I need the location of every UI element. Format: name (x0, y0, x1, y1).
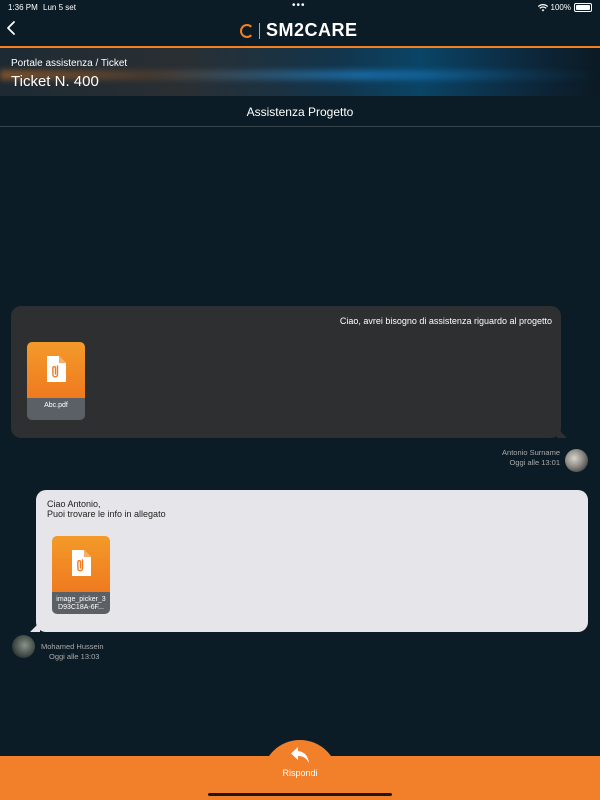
message-author: Antonio Surname (502, 448, 560, 457)
back-button[interactable] (6, 20, 22, 40)
logo-mark-icon (240, 23, 254, 38)
attachment-name: image_picker_3D93C18A-6F... (52, 592, 110, 614)
attachment-name: Abc.pdf (27, 398, 85, 420)
message-bubble: Ciao Antonio, Puoi trovare le info in al… (30, 490, 588, 632)
message-timestamp: Oggi alle 13:01 (509, 458, 560, 467)
message-text: Ciao Antonio, Puoi trovare le info in al… (47, 499, 166, 519)
status-date: Lun 5 set (43, 3, 76, 12)
attachment-tile[interactable]: image_picker_3D93C18A-6F... (52, 536, 110, 614)
status-time: 1:36 PM (8, 3, 38, 12)
battery-icon (574, 3, 592, 12)
status-indicators: 100% (537, 3, 592, 12)
message-meta: Mohamed Hussein Oggi alle 13:03 (41, 642, 104, 662)
reply-arrow-icon (291, 747, 309, 763)
reply-button[interactable]: Rispondi (262, 746, 338, 790)
status-bar: 1:36 PM Lun 5 set ••• 100% (0, 0, 600, 14)
attachment-preview (27, 342, 85, 398)
message-author: Mohamed Hussein (41, 642, 104, 651)
avatar (12, 635, 35, 658)
breadcrumb: Portale assistenza / Ticket (11, 58, 128, 69)
app-logo: SM2CARE (240, 20, 358, 41)
logo-text: SM2CARE (266, 20, 358, 40)
attachment-tile[interactable]: Abc.pdf (27, 342, 85, 420)
paperclip-file-icon (47, 356, 66, 382)
paperclip-file-icon (72, 550, 91, 576)
message-line: Puoi trovare le info in allegato (47, 509, 166, 519)
multitasking-dots[interactable]: ••• (292, 0, 306, 11)
avatar (565, 449, 588, 472)
ticket-banner: Portale assistenza / Ticket Ticket N. 40… (0, 48, 600, 96)
message-line: Ciao Antonio, (47, 499, 101, 509)
wifi-icon (537, 3, 548, 11)
message-text: Ciao, avrei bisogno di assistenza riguar… (339, 316, 552, 326)
nav-bar: SM2CARE (0, 14, 600, 46)
message-meta: Antonio Surname Oggi alle 13:01 (502, 448, 560, 468)
home-indicator (208, 793, 392, 796)
message-bubble: Ciao, avrei bisogno di assistenza riguar… (11, 306, 567, 438)
logo-divider (259, 22, 260, 39)
attachment-preview (52, 536, 110, 592)
message-timestamp: Oggi alle 13:03 (49, 652, 100, 661)
section-title: Assistenza Progetto (0, 96, 600, 127)
page-title: Ticket N. 400 (11, 73, 99, 90)
battery-percent: 100% (550, 3, 571, 12)
chevron-left-icon (7, 21, 15, 35)
reply-label: Rispondi (282, 768, 318, 778)
